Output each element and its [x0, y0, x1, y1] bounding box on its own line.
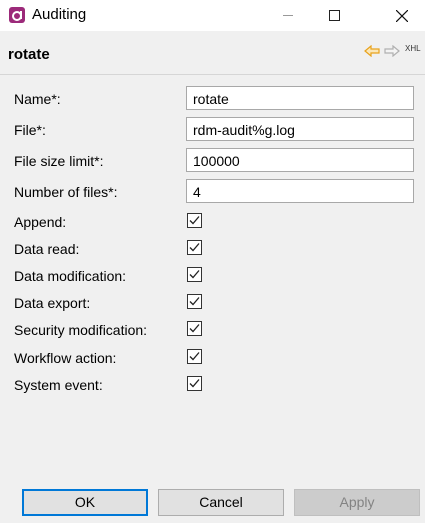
append-row: Append:	[0, 209, 425, 235]
workflow-action-row: Workflow action:	[0, 345, 425, 371]
ok-button[interactable]: OK	[22, 489, 148, 516]
minimize-icon[interactable]	[265, 0, 311, 31]
file-label: File*:	[14, 122, 46, 138]
close-icon[interactable]	[379, 0, 425, 31]
data-read-row: Data read:	[0, 236, 425, 262]
data-modification-label: Data modification:	[14, 268, 127, 284]
name-row: Name*: rotate	[0, 86, 425, 112]
number-of-files-input[interactable]: 4	[186, 179, 414, 203]
window-titlebar: Auditing	[0, 0, 425, 31]
name-input[interactable]: rotate	[186, 86, 414, 110]
forward-arrow-icon[interactable]	[384, 44, 400, 62]
security-modification-checkbox[interactable]	[187, 321, 202, 336]
back-arrow-icon[interactable]	[364, 44, 380, 62]
cancel-button[interactable]: Cancel	[158, 489, 284, 516]
xhl-icon[interactable]: XHL	[405, 44, 421, 53]
file-size-limit-row: File size limit*: 100000	[0, 148, 425, 174]
dialog-header: rotate XHL	[0, 31, 425, 75]
file-size-limit-input[interactable]: 100000	[186, 148, 414, 172]
security-modification-row: Security modification:	[0, 317, 425, 343]
data-export-row: Data export:	[0, 290, 425, 316]
security-modification-label: Security modification:	[14, 322, 148, 338]
data-modification-row: Data modification:	[0, 263, 425, 289]
data-read-label: Data read:	[14, 241, 80, 257]
append-checkbox[interactable]	[187, 213, 202, 228]
workflow-action-label: Workflow action:	[14, 350, 117, 366]
maximize-icon[interactable]	[311, 0, 357, 31]
file-input[interactable]: rdm-audit%g.log	[186, 117, 414, 141]
name-label: Name*:	[14, 91, 61, 107]
system-event-row: System event:	[0, 372, 425, 398]
data-read-checkbox[interactable]	[187, 240, 202, 255]
page-title: rotate	[8, 46, 50, 63]
number-of-files-row: Number of files*: 4	[0, 179, 425, 205]
system-event-label: System event:	[14, 377, 103, 393]
append-label: Append:	[14, 214, 67, 230]
app-logo-icon	[9, 7, 25, 23]
file-size-limit-label: File size limit*:	[14, 153, 104, 169]
data-modification-checkbox[interactable]	[187, 267, 202, 282]
file-row: File*: rdm-audit%g.log	[0, 117, 425, 143]
data-export-checkbox[interactable]	[187, 294, 202, 309]
apply-button[interactable]: Apply	[294, 489, 420, 516]
system-event-checkbox[interactable]	[187, 376, 202, 391]
window-title: Auditing	[32, 6, 87, 23]
workflow-action-checkbox[interactable]	[187, 349, 202, 364]
number-of-files-label: Number of files*:	[14, 184, 118, 200]
data-export-label: Data export:	[14, 295, 91, 311]
